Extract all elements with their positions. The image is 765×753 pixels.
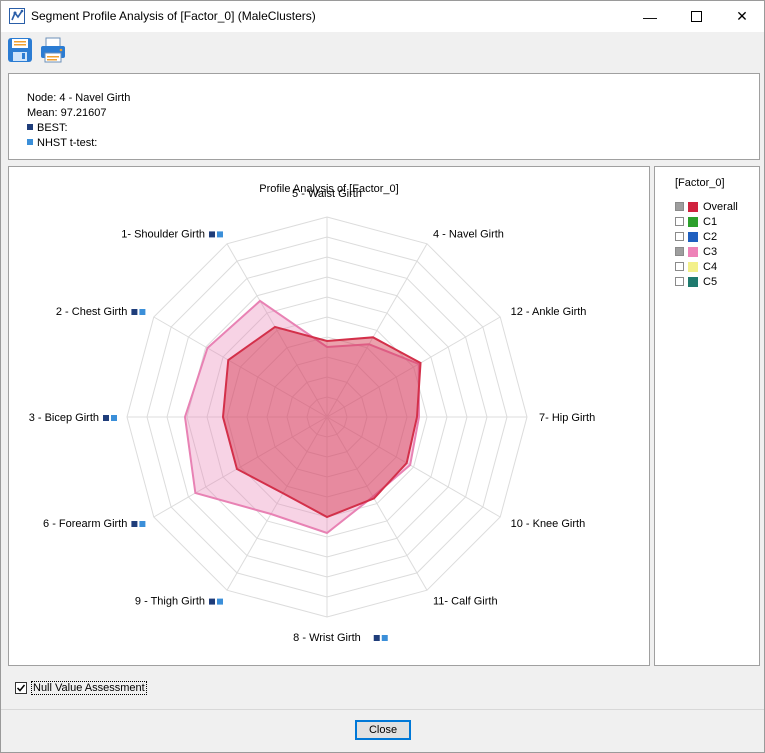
legend-title: [Factor_0] — [675, 177, 725, 189]
legend-item-c1[interactable]: C1 — [675, 215, 717, 228]
chart-panel: Profile Analysis of [Factor_0] 5 - Waist… — [8, 166, 650, 666]
nhst-marker-icon — [217, 598, 223, 605]
legend-checkbox[interactable] — [675, 277, 684, 286]
maximize-icon — [690, 11, 702, 22]
best-marker-icon — [131, 309, 138, 315]
close-window-button[interactable]: ✕ — [719, 1, 765, 32]
checkmark-icon — [16, 684, 26, 692]
legend-label: C2 — [703, 230, 718, 243]
null-value-assessment-checkbox[interactable]: Null Value Assessment — [15, 681, 147, 695]
best-label: BEST: — [37, 122, 68, 134]
legend-label: C1 — [703, 215, 718, 228]
legend-label: Overall — [703, 200, 738, 213]
close-button[interactable]: Close — [355, 720, 411, 740]
legend-panel: [Factor_0] Overall C1 C2 C3 C4 C5 — [654, 166, 760, 666]
checkbox-box[interactable] — [15, 682, 27, 694]
nhst-marker-icon — [139, 309, 146, 315]
legend-checkbox[interactable] — [675, 217, 684, 226]
axis-label: 12 - Ankle Girth — [511, 306, 587, 318]
toolbar — [1, 33, 764, 66]
legend-checkbox[interactable] — [675, 202, 684, 211]
save-icon[interactable] — [7, 37, 33, 63]
axis-label: 6 - Forearm Girth — [43, 518, 127, 530]
legend-checkbox[interactable] — [675, 232, 684, 241]
legend-item-overall[interactable]: Overall — [675, 200, 738, 213]
best-marker-icon — [103, 415, 109, 421]
axis-label: 5 - Waist Girth — [292, 188, 362, 200]
legend-checkbox[interactable] — [675, 262, 684, 271]
legend-color-swatch — [688, 276, 698, 287]
minimize-button[interactable]: — — [627, 1, 673, 32]
nhst-marker-icon — [381, 635, 388, 641]
axis-label: 11- Calf Girth — [433, 596, 498, 608]
maximize-button[interactable] — [673, 1, 719, 32]
footer-divider — [1, 709, 764, 710]
best-marker-icon — [209, 231, 215, 238]
best-row: BEST: — [27, 122, 68, 134]
axis-label: 10 - Knee Girth — [511, 518, 586, 530]
nhst-row: NHST t-test: — [27, 137, 97, 149]
legend-label: C3 — [703, 245, 718, 258]
legend-item-c5[interactable]: C5 — [675, 275, 717, 288]
axis-label: 4 - Navel Girth — [433, 228, 504, 240]
dialog-window: Segment Profile Analysis of [Factor_0] (… — [0, 0, 765, 753]
print-icon[interactable] — [40, 37, 66, 63]
nhst-marker-icon — [139, 521, 146, 527]
window-title: Segment Profile Analysis of [Factor_0] (… — [31, 9, 316, 23]
nhst-label: NHST t-test: — [37, 137, 98, 149]
legend-item-c4[interactable]: C4 — [675, 260, 717, 273]
axis-label: 2 - Chest Girth — [56, 306, 128, 318]
best-marker-icon — [27, 124, 33, 130]
axis-label: 3 - Bicep Girth — [29, 412, 99, 424]
legend-checkbox[interactable] — [675, 247, 684, 256]
legend-item-c2[interactable]: C2 — [675, 230, 717, 243]
axis-label: 1- Shoulder Girth — [121, 228, 205, 240]
best-marker-icon — [373, 635, 380, 641]
node-label: Node: 4 - Navel Girth — [27, 92, 131, 104]
radar-chart: Profile Analysis of [Factor_0] 5 - Waist… — [29, 183, 596, 644]
axis-label: 9 - Thigh Girth — [135, 596, 205, 608]
legend-color-swatch — [688, 201, 698, 212]
legend-label: C4 — [703, 260, 718, 273]
axis-label: 7- Hip Girth — [539, 412, 595, 424]
mean-label: Mean: 97.21607 — [27, 107, 107, 119]
nhst-marker-icon — [27, 139, 33, 145]
legend-color-swatch — [688, 246, 698, 257]
best-marker-icon — [131, 521, 138, 527]
nhst-marker-icon — [111, 415, 117, 421]
node-info-panel: Node: 4 - Navel Girth Mean: 97.21607 BES… — [8, 73, 760, 160]
best-marker-icon — [209, 598, 215, 605]
app-icon — [9, 8, 25, 24]
nhst-marker-icon — [217, 231, 223, 238]
null-value-assessment-label: Null Value Assessment — [31, 681, 147, 695]
axis-label: 8 - Wrist Girth — [293, 632, 361, 644]
legend-color-swatch — [688, 216, 698, 227]
title-bar: Segment Profile Analysis of [Factor_0] (… — [1, 1, 764, 32]
legend-color-swatch — [688, 231, 698, 242]
legend-item-c3[interactable]: C3 — [675, 245, 717, 258]
legend-color-swatch — [688, 261, 698, 272]
legend-label: C5 — [703, 275, 718, 288]
